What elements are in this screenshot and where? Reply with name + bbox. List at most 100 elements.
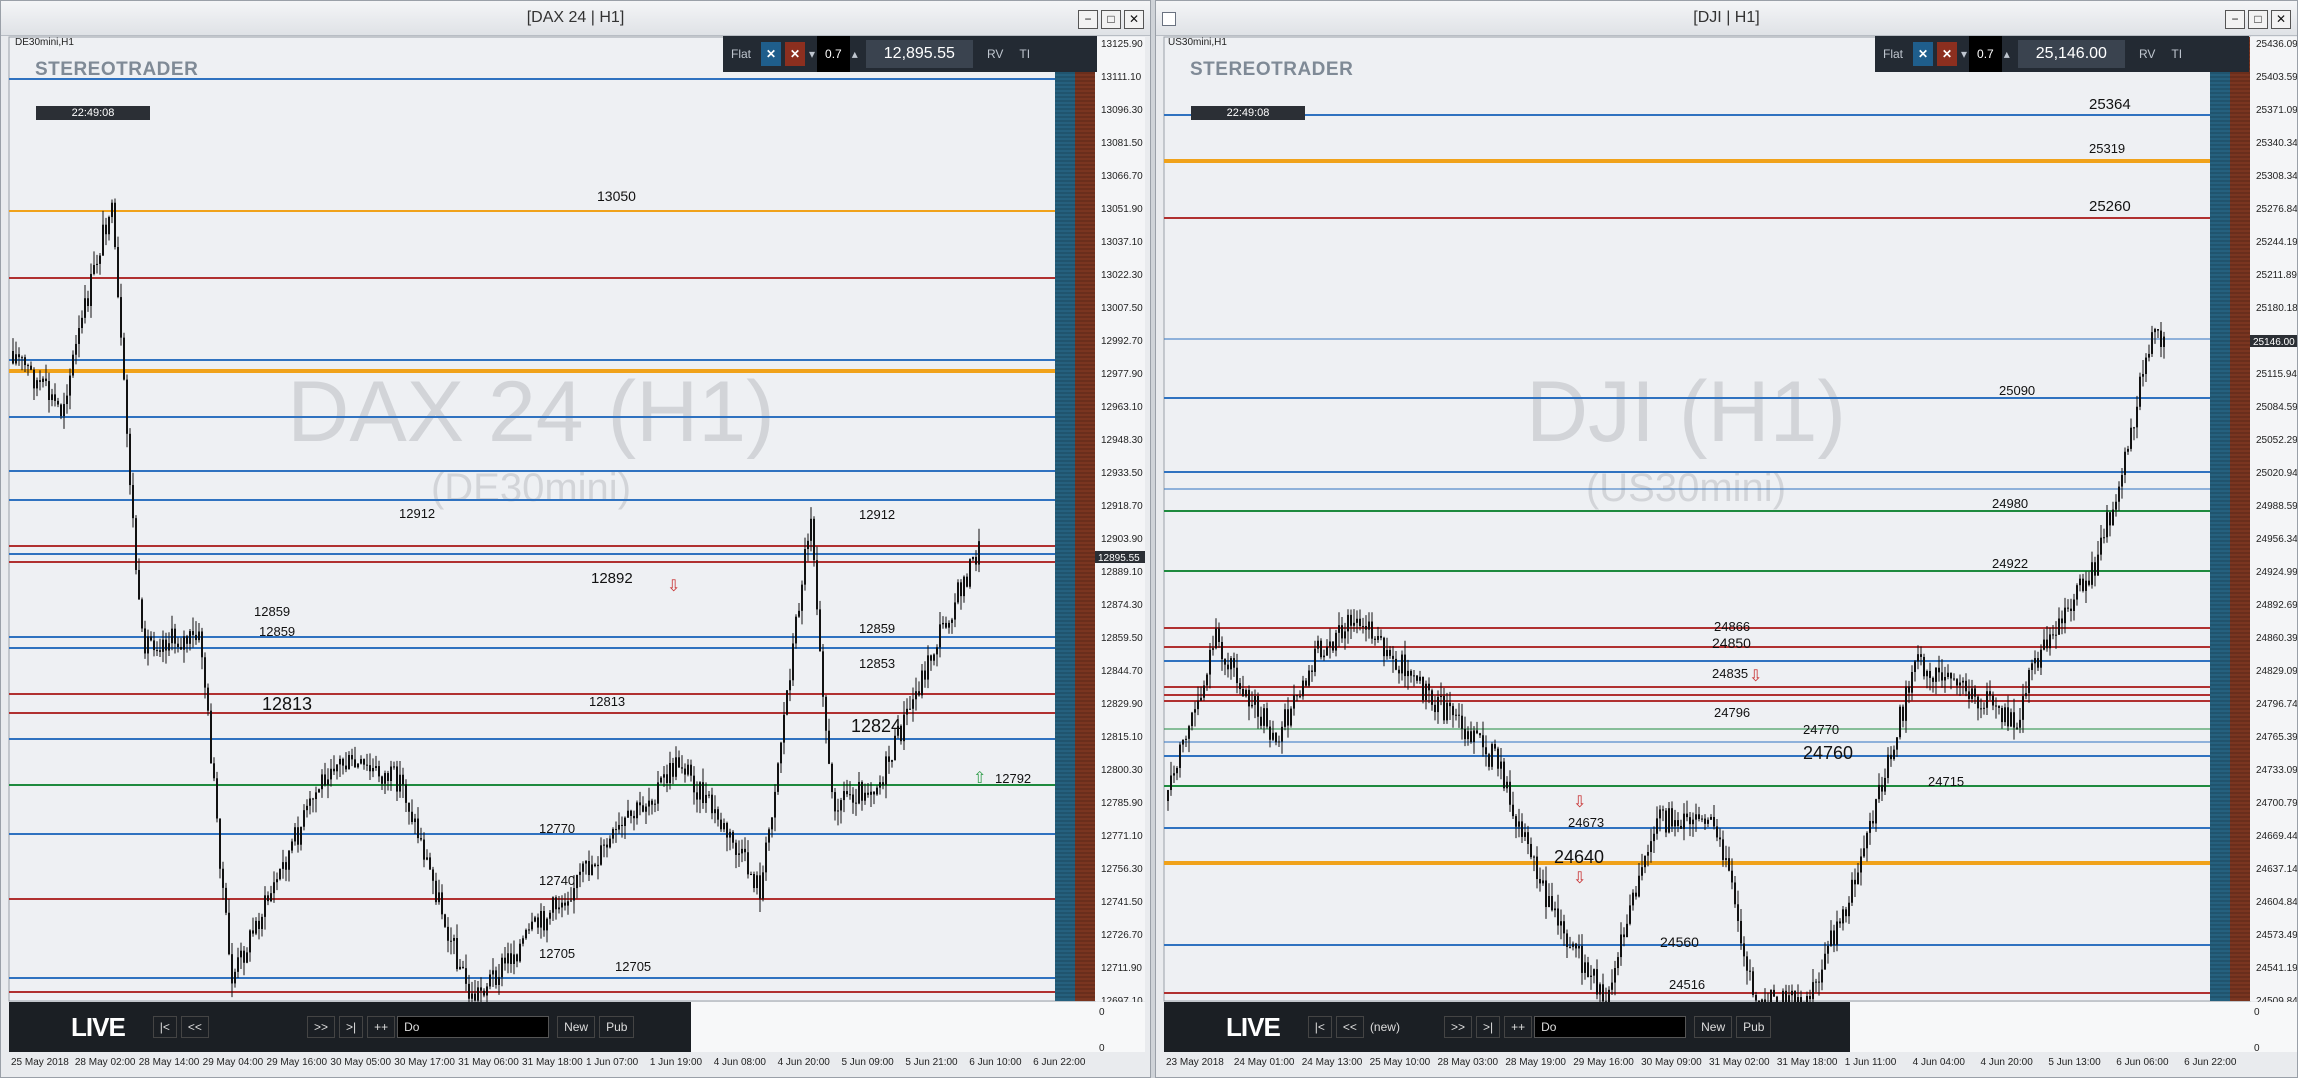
candle-body — [1194, 709, 1196, 713]
ti-button[interactable]: TI — [1011, 36, 1038, 72]
candle-body — [414, 818, 416, 823]
rv-button[interactable]: RV — [2131, 36, 2163, 72]
plus-button[interactable]: ++ — [367, 1016, 396, 1038]
candle-body — [249, 930, 251, 953]
time-tick-label: 28 May 03:00 — [1438, 1057, 1499, 1068]
candle-body — [933, 654, 935, 661]
plot-area — [1163, 36, 2251, 1002]
last-button[interactable]: >| — [338, 1016, 364, 1038]
candle-body — [1911, 672, 1913, 693]
candle-body — [222, 868, 224, 888]
level-label: 25364 — [2089, 96, 2131, 113]
candle-body — [1275, 732, 1277, 743]
candle-body — [1236, 667, 1238, 684]
candle-body — [1887, 754, 1889, 778]
symbol-label: US30mini,H1 — [1168, 37, 1227, 48]
volume-input[interactable]: 0.7 — [1969, 36, 2002, 72]
candle-body — [1554, 908, 1556, 911]
candle-body — [2109, 512, 2111, 526]
prev-button[interactable]: << — [1335, 1016, 1364, 1038]
candle-body — [147, 636, 149, 654]
candle-body — [1860, 856, 1862, 873]
new-button[interactable]: New — [557, 1016, 596, 1038]
price-tick-label: 25052.29 — [2256, 435, 2298, 446]
time-tick-label: 1 Jun 11:00 — [1845, 1057, 1897, 1068]
ti-button[interactable]: TI — [2163, 36, 2190, 72]
time-tick-label: 29 May 16:00 — [267, 1057, 328, 1068]
candle-body — [801, 584, 803, 611]
candle-body — [633, 815, 635, 819]
flat-button[interactable]: Flat — [723, 36, 759, 72]
prev-button[interactable]: << — [180, 1016, 209, 1038]
candle-body — [255, 920, 257, 934]
pub-button[interactable]: Pub — [1736, 1016, 1772, 1038]
time-tick-label: 29 May 16:00 — [1573, 1057, 1634, 1068]
candle-body — [78, 328, 80, 344]
pub-button[interactable]: Pub — [599, 1016, 635, 1038]
candle-body — [1509, 781, 1511, 805]
rv-button[interactable]: RV — [979, 36, 1011, 72]
volume-down-icon[interactable]: ▾ — [807, 36, 817, 72]
volume-down-icon[interactable]: ▾ — [1959, 36, 1969, 72]
price-tick-label: 13125.90 — [1101, 39, 1143, 50]
candle-body — [717, 809, 719, 820]
price-tick-label: 13096.30 — [1101, 105, 1143, 116]
price-tick-label: 12963.10 — [1101, 402, 1143, 413]
candle-body — [300, 826, 302, 845]
note-input[interactable]: Do — [397, 1016, 550, 1038]
candle-body — [477, 987, 479, 1001]
candle-body — [1602, 984, 1604, 1002]
right-price-chart[interactable]: DJI (H1)(US30mini)2536425319252602509024… — [1156, 1, 2298, 1078]
price-tick-label: 12741.50 — [1101, 897, 1143, 908]
candle-body — [594, 864, 596, 867]
candle-body — [1476, 730, 1478, 734]
first-button[interactable]: |< — [152, 1016, 177, 1038]
candle-body — [1596, 969, 1598, 995]
volume-up-icon[interactable]: ▴ — [850, 36, 860, 72]
candle-body — [675, 757, 677, 777]
close-sell-button[interactable]: ✕ — [785, 42, 806, 66]
candle-body — [2106, 512, 2108, 538]
candle-body — [624, 817, 626, 827]
candle-body — [1977, 696, 1979, 709]
next-button[interactable]: >> — [1443, 1016, 1472, 1038]
candle-body — [264, 895, 266, 917]
candle-body — [96, 263, 98, 265]
candle-body — [1971, 688, 1973, 699]
level-label: 12859 — [259, 624, 295, 639]
level-label: 24640 — [1554, 847, 1604, 867]
close-buy-button[interactable]: ✕ — [1913, 42, 1934, 66]
candle-body — [888, 756, 890, 762]
left-price-chart[interactable]: DAX 24 (H1) (DE30mini) 13050 12912 12912 1289… — [1, 1, 1151, 1078]
flat-button[interactable]: Flat — [1875, 36, 1911, 72]
candle-body — [408, 802, 410, 812]
close-buy-button[interactable]: ✕ — [761, 42, 782, 66]
next-button[interactable]: >> — [306, 1016, 335, 1038]
candle-body — [843, 791, 845, 801]
plus-button[interactable]: ++ — [1504, 1016, 1533, 1038]
time-tick-label: 5 Jun 09:00 — [841, 1057, 894, 1068]
time-tick-label: 4 Jun 20:00 — [778, 1057, 831, 1068]
candle-body — [2004, 707, 2006, 723]
note-input[interactable]: Do — [1534, 1016, 1687, 1038]
level-label: 25090 — [1999, 383, 2035, 398]
level-label: 24560 — [1660, 934, 1699, 950]
candle-body — [1590, 975, 1592, 977]
candle-body — [93, 264, 95, 274]
first-button[interactable]: |< — [1307, 1016, 1332, 1038]
price-tick-label: 25436.09 — [2256, 39, 2298, 50]
volume-up-icon[interactable]: ▴ — [2002, 36, 2012, 72]
volume-input[interactable]: 0.7 — [817, 36, 850, 72]
last-button[interactable]: >| — [1475, 1016, 1501, 1038]
close-sell-button[interactable]: ✕ — [1937, 42, 1958, 66]
candle-body — [1425, 683, 1427, 701]
current-price-display: 25,146.00 — [2017, 40, 2125, 68]
candle-body — [1659, 809, 1661, 819]
price-tick-label: 25020.94 — [2256, 468, 2298, 479]
candle-body — [1701, 818, 1703, 820]
new-button[interactable]: New — [1694, 1016, 1733, 1038]
candle-body — [270, 893, 272, 902]
candle-body — [336, 764, 338, 772]
candle-body — [474, 993, 476, 1001]
time-tick-label: 1 Jun 19:00 — [650, 1057, 703, 1068]
